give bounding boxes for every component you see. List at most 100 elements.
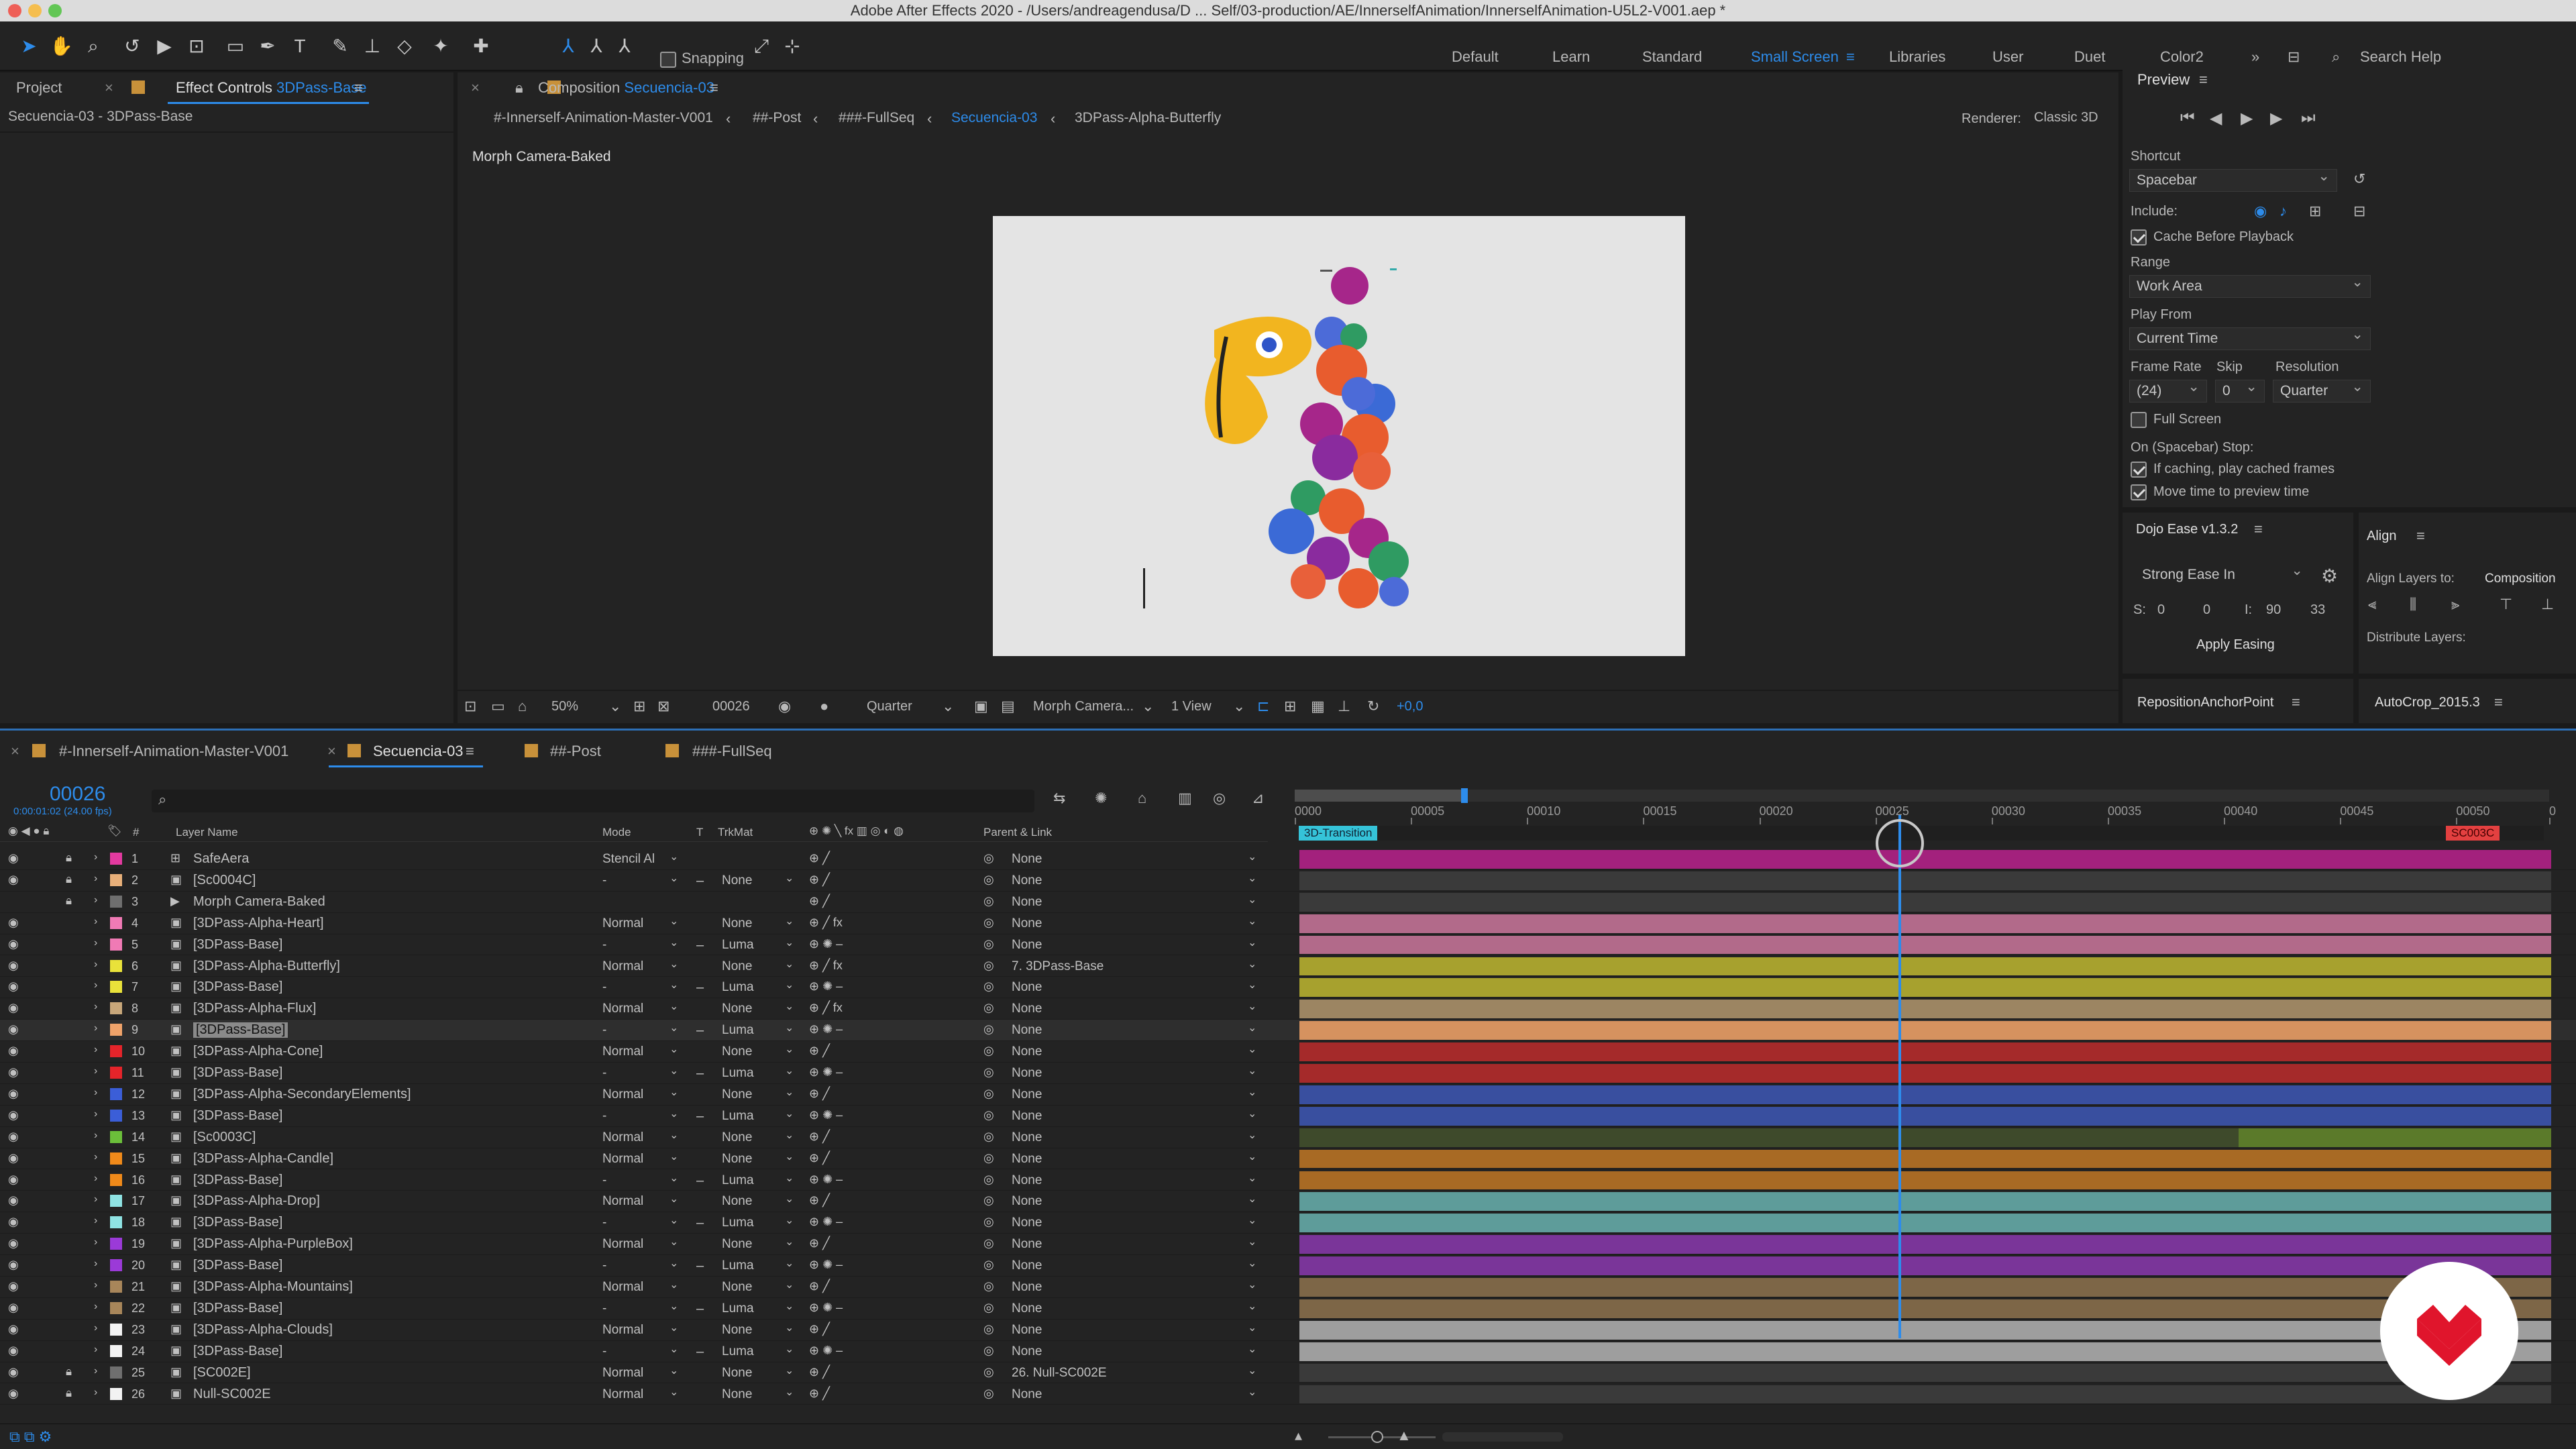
mode-chevron-icon[interactable]: ⌄ <box>669 1021 678 1034</box>
mode-chevron-icon[interactable]: ⌄ <box>669 1364 678 1377</box>
pick-whip-icon[interactable]: ◎ <box>983 1365 994 1379</box>
mode-chevron-icon[interactable]: ⌄ <box>669 957 678 971</box>
time-ruler[interactable]: 0000 00005 00010 00015 00020 00025 00030 00035 0… <box>1292 786 2556 842</box>
snapping-checkbox[interactable] <box>660 50 676 68</box>
panel-menu-icon[interactable]: ≡ <box>354 79 363 97</box>
comp-mini-flowchart-icon[interactable]: ⇆ <box>1053 790 1065 807</box>
dojo-menu-icon[interactable]: ≡ <box>2254 521 2263 538</box>
breadcrumb-post[interactable]: ##-Post <box>753 110 801 126</box>
eye-visibility-icon[interactable]: ◉ <box>8 937 19 951</box>
layer-color-label[interactable] <box>110 1344 122 1357</box>
layer-row[interactable]: ◉ › 4 ▣ [3DPass-Alpha-Heart] Normal ⌄ None ⌄ ⊕ ╱ … <box>0 913 2576 934</box>
eye-visibility-icon[interactable]: ◉ <box>8 1301 19 1315</box>
parent-chevron-icon[interactable]: ⌄ <box>1248 1107 1256 1120</box>
pick-whip-icon[interactable]: ◎ <box>983 873 994 887</box>
resolution-dropdown-preview[interactable]: Quarter <box>2273 376 2371 402</box>
trkmat-chevron-icon[interactable]: ⌄ <box>785 1214 794 1227</box>
parent-chevron-icon[interactable]: ⌄ <box>1248 1321 1256 1334</box>
layer-duration-bar[interactable] <box>1299 1106 2551 1126</box>
layer-row[interactable]: ◉ › 16 ▣ [3DPass-Base] - ⌄ – Luma ⌄ ⊕ ✺ – ◎ None ⌄ <box>0 1170 2576 1191</box>
layer-color-label[interactable] <box>110 1002 122 1015</box>
layer-name[interactable]: [3DPass-Alpha-Butterfly] <box>193 959 340 974</box>
blend-mode-dropdown[interactable]: Normal <box>602 916 643 931</box>
layer-color-label[interactable] <box>110 916 122 929</box>
expand-arrow-icon[interactable]: › <box>94 1022 97 1034</box>
expand-arrow-icon[interactable]: › <box>94 1193 97 1205</box>
track-matte-dropdown[interactable]: None <box>722 1087 752 1102</box>
expand-arrow-icon[interactable]: › <box>94 851 97 863</box>
mode-chevron-icon[interactable]: ⌄ <box>669 1064 678 1077</box>
switches-icons[interactable]: ⊕ ╱ <box>809 1279 830 1293</box>
track-matte-dropdown[interactable]: Luma <box>722 1344 754 1359</box>
track-matte-dropdown[interactable]: None <box>722 1280 752 1295</box>
layer-duration-bar[interactable] <box>1299 1000 2551 1019</box>
close-comp-tab-icon[interactable]: × <box>471 79 480 97</box>
pick-whip-icon[interactable]: ◎ <box>983 894 994 908</box>
expand-arrow-icon[interactable]: › <box>94 873 97 885</box>
parent-chevron-icon[interactable]: ⌄ <box>1248 1085 1256 1099</box>
pan-behind-tool-icon[interactable]: ⊡ <box>185 35 208 58</box>
playhead[interactable] <box>1876 815 1925 1338</box>
composition-viewer-canvas[interactable] <box>993 216 1685 656</box>
switches-icons[interactable]: ⊕ ╱ <box>809 1193 830 1208</box>
trkmat-chevron-icon[interactable]: ⌄ <box>785 1321 794 1334</box>
workspace-small-screen[interactable]: Small Screen <box>1751 48 1839 66</box>
preserve-transparency[interactable]: – <box>696 1173 704 1189</box>
expand-arrow-icon[interactable]: › <box>94 1044 97 1056</box>
preserve-transparency[interactable]: – <box>696 1216 704 1231</box>
parent-chevron-icon[interactable]: ⌄ <box>1248 1042 1256 1056</box>
pick-whip-icon[interactable]: ◎ <box>983 1279 994 1293</box>
lock-icon[interactable]: 🔒︎ <box>66 1365 72 1379</box>
pick-whip-icon[interactable]: ◎ <box>983 1173 994 1187</box>
pick-whip-icon[interactable]: ◎ <box>983 1065 994 1079</box>
switches-icons[interactable]: ⊕ ✺ – <box>809 1108 843 1122</box>
layer-row[interactable]: ◉ 🔒︎ › 2 ▣ [Sc0004C] - ⌄ – None ⌄ ⊕ ╱ ◎ None ⌄ <box>0 870 2576 892</box>
resolution-chevron-icon[interactable]: ⌄ <box>942 698 954 715</box>
track-matte-dropdown[interactable]: None <box>722 1130 752 1145</box>
layer-duration-bar[interactable] <box>1299 1278 2551 1297</box>
layer-duration-bar[interactable] <box>1299 1363 2551 1383</box>
toggle-pixel-aspect-icon[interactable]: ⊏ <box>1257 698 1269 715</box>
reset-exposure-icon[interactable]: ↻ <box>1367 698 1379 715</box>
track-matte-dropdown[interactable]: Luma <box>722 1301 754 1316</box>
fast-previews-icon[interactable]: ⊞ <box>1284 698 1296 715</box>
pick-whip-icon[interactable]: ◎ <box>983 1236 994 1250</box>
trkmat-chevron-icon[interactable]: ⌄ <box>785 1150 794 1163</box>
parent-dropdown[interactable]: None <box>1012 1023 1042 1038</box>
parent-dropdown[interactable]: None <box>1012 1237 1042 1252</box>
layer-color-label[interactable] <box>110 1301 122 1314</box>
switches-icons[interactable]: ⊕ ╱ <box>809 894 830 908</box>
comp-panel-menu-icon[interactable]: ≡ <box>710 79 718 97</box>
autocrop-menu-icon[interactable]: ≡ <box>2494 694 2503 711</box>
layer-color-label[interactable] <box>110 853 122 865</box>
layer-name[interactable]: [3DPass-Base] <box>193 1108 282 1124</box>
track-matte-dropdown[interactable]: Luma <box>722 1066 754 1081</box>
track-matte-dropdown[interactable]: None <box>722 1152 752 1167</box>
eraser-tool-icon[interactable]: ◇ <box>393 35 416 58</box>
layer-duration-bar[interactable] <box>1299 1256 2551 1275</box>
eye-visibility-icon[interactable]: ◉ <box>8 1258 19 1272</box>
eye-visibility-icon[interactable]: ◉ <box>8 1151 19 1165</box>
layer-name[interactable]: [3DPass-Alpha-Candle] <box>193 1151 333 1167</box>
align-hcenter-icon[interactable]: ⫼ <box>2410 596 2416 613</box>
layer-name[interactable]: [3DPass-Alpha-SecondaryElements] <box>193 1087 411 1102</box>
parent-dropdown[interactable]: None <box>1012 1280 1042 1295</box>
layer-row[interactable]: ◉ › 22 ▣ [3DPass-Base] - ⌄ – Luma ⌄ ⊕ ✺ – ◎ None ⌄ <box>0 1298 2576 1320</box>
pick-whip-icon[interactable]: ◎ <box>983 1344 994 1358</box>
parent-dropdown[interactable]: None <box>1012 916 1042 931</box>
switches-icons[interactable]: ⊕ ✺ – <box>809 937 843 951</box>
layer-color-label[interactable] <box>110 981 122 994</box>
tab-post[interactable]: ##-Post <box>550 743 601 760</box>
export-icon[interactable]: ⊟ <box>2353 203 2365 220</box>
workspace-libraries[interactable]: Libraries <box>1889 48 1945 66</box>
switches-icons[interactable]: ⊕ ╱ <box>809 1087 830 1101</box>
layer-color-label[interactable] <box>110 1045 122 1058</box>
layer-name[interactable]: [3DPass-Base] <box>193 937 282 953</box>
eye-visibility-icon[interactable]: ◉ <box>8 1087 19 1101</box>
parent-dropdown[interactable]: None <box>1012 1258 1042 1273</box>
rectangle-tool-icon[interactable]: ▭ <box>224 35 247 58</box>
layer-name[interactable]: Null-SC002E <box>193 1387 271 1402</box>
preserve-transparency[interactable]: – <box>696 938 704 953</box>
preserve-transparency[interactable]: – <box>696 980 704 996</box>
parent-chevron-icon[interactable]: ⌄ <box>1248 1128 1256 1142</box>
